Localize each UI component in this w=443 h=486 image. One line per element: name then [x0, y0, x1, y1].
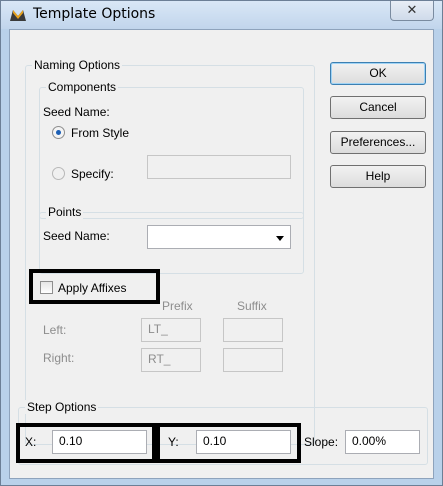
right-affix-label: Right: — [43, 351, 75, 365]
right-suffix-input[interactable] — [223, 348, 283, 372]
chevron-down-icon — [276, 236, 284, 241]
specify-input[interactable] — [147, 155, 291, 179]
dialog-body: Naming Options Components Seed Name: Fro… — [9, 29, 434, 479]
apply-affixes-highlight — [29, 269, 160, 304]
step-options-label: Step Options — [25, 400, 99, 414]
step-y-highlight — [156, 423, 301, 463]
specify-label[interactable]: Specify: — [71, 167, 114, 181]
left-affix-label: Left: — [43, 323, 67, 337]
template-app-icon — [10, 10, 26, 21]
components-label: Components — [46, 80, 119, 94]
cancel-button[interactable]: Cancel — [330, 96, 426, 119]
points-seed-name-dropdown[interactable] — [147, 225, 291, 249]
close-icon: ✕ — [406, 2, 418, 17]
ok-button[interactable]: OK — [330, 62, 426, 85]
window-title: Template Options — [33, 6, 156, 22]
suffix-header: Suffix — [237, 299, 267, 313]
from-style-radio[interactable] — [52, 126, 65, 139]
help-button[interactable]: Help — [330, 165, 426, 188]
preferences-button[interactable]: Preferences... — [330, 131, 426, 154]
title-bar[interactable]: Template Options ✕ — [1, 1, 442, 29]
naming-options-label: Naming Options — [32, 58, 123, 72]
close-button[interactable]: ✕ — [390, 1, 434, 21]
step-x-highlight — [16, 423, 156, 463]
from-style-label[interactable]: From Style — [71, 126, 129, 140]
prefix-header: Prefix — [162, 299, 193, 313]
step-slope-input[interactable]: 0.00% — [345, 430, 420, 454]
components-seed-name-label: Seed Name: — [43, 105, 110, 119]
points-label: Points — [46, 205, 84, 219]
template-options-window: Template Options ✕ Naming Options Compon… — [0, 0, 443, 486]
left-prefix-input[interactable]: LT_ — [141, 318, 201, 342]
left-suffix-input[interactable] — [223, 318, 283, 342]
step-slope-label: Slope: — [304, 435, 339, 449]
specify-radio[interactable] — [52, 167, 65, 180]
points-seed-name-label: Seed Name: — [43, 229, 110, 243]
right-prefix-input[interactable]: RT_ — [141, 348, 201, 372]
